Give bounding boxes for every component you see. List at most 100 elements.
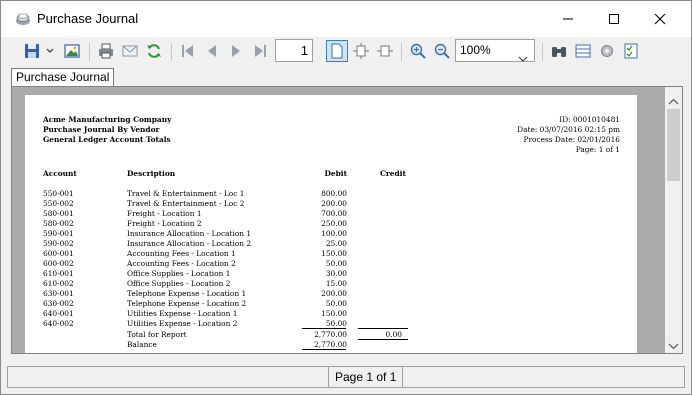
process-date: Process Date: 02/01/2016 bbox=[523, 135, 620, 144]
row-account: 590-002 bbox=[43, 239, 74, 248]
envelope-icon bbox=[122, 45, 138, 57]
total-label: Total for Report bbox=[127, 330, 187, 339]
parameters-button[interactable] bbox=[620, 40, 642, 62]
page-setup-button[interactable] bbox=[572, 40, 594, 62]
row-account: 610-002 bbox=[43, 279, 74, 288]
zoom-out-icon bbox=[434, 43, 450, 59]
row-description: Office Supplies - Location 1 bbox=[127, 269, 231, 278]
row-account: 550-002 bbox=[43, 199, 74, 208]
row-account: 590-001 bbox=[43, 229, 74, 238]
row-account: 580-002 bbox=[43, 219, 74, 228]
fit-width-button[interactable] bbox=[374, 40, 396, 62]
purchase-journal-window: Purchase Journal 1 100% Purchase Journal… bbox=[0, 0, 692, 395]
row-description: Travel & Entertainment - Loc 2 bbox=[127, 199, 245, 208]
toolbar-separator bbox=[542, 43, 543, 61]
zoom-in-icon bbox=[410, 43, 426, 59]
print-button[interactable] bbox=[95, 40, 117, 62]
row-description: Insurance Allocation - Location 1 bbox=[127, 229, 252, 238]
row-debit: 50.00 bbox=[325, 259, 347, 268]
previous-page-icon bbox=[208, 45, 216, 57]
next-page-button[interactable] bbox=[225, 40, 247, 62]
row-description: Utilities Expense - Location 1 bbox=[127, 309, 238, 318]
close-button[interactable] bbox=[637, 1, 683, 37]
row-account: 550-001 bbox=[43, 189, 74, 198]
row-debit: 30.00 bbox=[325, 269, 347, 278]
previous-page-button[interactable] bbox=[201, 40, 223, 62]
scroll-up-icon[interactable] bbox=[668, 92, 679, 110]
row-debit: 150.00 bbox=[321, 309, 347, 318]
row-account: 630-002 bbox=[43, 299, 74, 308]
row-description: Accounting Fees - Location 1 bbox=[127, 249, 236, 258]
scroll-down-icon[interactable] bbox=[668, 337, 679, 353]
chevron-down-icon bbox=[46, 48, 54, 53]
report-viewer: Acme Manufacturing Company Purchase Jour… bbox=[11, 86, 683, 354]
find-button[interactable] bbox=[548, 40, 570, 62]
zoom-select[interactable]: 100% bbox=[455, 39, 535, 62]
column-header-description: Description bbox=[127, 169, 176, 178]
status-page-indicator: Page 1 of 1 bbox=[328, 367, 404, 387]
row-debit: 50.00 bbox=[325, 319, 347, 328]
company-name: Acme Manufacturing Company bbox=[43, 115, 172, 124]
row-description: Telephone Expense - Location 1 bbox=[127, 289, 247, 298]
minimize-button[interactable] bbox=[545, 1, 591, 37]
toolbar-separator bbox=[89, 43, 90, 61]
total-rule-debit bbox=[302, 328, 346, 329]
last-page-icon bbox=[255, 45, 266, 57]
tab-purchase-journal[interactable]: Purchase Journal bbox=[11, 68, 115, 86]
chevron-down-icon bbox=[518, 48, 528, 69]
maximize-icon bbox=[609, 14, 619, 24]
window-title: Purchase Journal bbox=[37, 11, 139, 26]
row-debit: 200.00 bbox=[321, 289, 347, 298]
report-subtitle: Purchase Journal By Vendor bbox=[43, 125, 160, 134]
column-header-account: Account bbox=[43, 169, 77, 178]
fit-page-button[interactable] bbox=[350, 40, 372, 62]
row-debit: 150.00 bbox=[321, 249, 347, 258]
save-icon bbox=[25, 44, 39, 58]
row-description: Accounting Fees - Location 2 bbox=[127, 259, 236, 268]
row-description: Office Supplies - Location 2 bbox=[127, 279, 231, 288]
zoom-in-button[interactable] bbox=[407, 40, 429, 62]
total-credit: 0.00 bbox=[385, 330, 402, 339]
scrollbar-thumb[interactable] bbox=[667, 109, 680, 181]
gear-icon bbox=[601, 45, 613, 57]
row-description: Insurance Allocation - Location 2 bbox=[127, 239, 252, 248]
total-rule-credit bbox=[358, 328, 408, 329]
balance-label: Balance bbox=[127, 340, 157, 349]
save-button[interactable] bbox=[21, 40, 43, 62]
report-date: Date: 03/07/2016 02:15 pm bbox=[517, 125, 620, 134]
report-page: Acme Manufacturing Company Purchase Jour… bbox=[25, 95, 637, 353]
app-icon bbox=[15, 12, 31, 26]
row-debit: 250.00 bbox=[321, 219, 347, 228]
minimize-icon bbox=[563, 18, 573, 20]
image-icon bbox=[64, 44, 80, 58]
row-description: Telephone Expense - Location 2 bbox=[127, 299, 247, 308]
row-description: Travel & Entertainment - Loc 1 bbox=[127, 189, 245, 198]
row-debit: 800.00 bbox=[321, 189, 347, 198]
row-account: 640-001 bbox=[43, 309, 74, 318]
page-icon bbox=[331, 43, 343, 59]
toolbar: 1 100% bbox=[1, 37, 691, 65]
row-account: 600-001 bbox=[43, 249, 74, 258]
page-count: Page: 1 of 1 bbox=[575, 145, 620, 154]
row-debit: 100.00 bbox=[321, 229, 347, 238]
row-account: 580-001 bbox=[43, 209, 74, 218]
maximize-button[interactable] bbox=[591, 1, 637, 37]
vertical-scrollbar[interactable] bbox=[665, 87, 682, 353]
single-page-view-button[interactable] bbox=[326, 40, 348, 62]
refresh-button[interactable] bbox=[143, 40, 165, 62]
zoom-out-button[interactable] bbox=[431, 40, 453, 62]
email-button[interactable] bbox=[119, 40, 141, 62]
first-page-icon bbox=[182, 45, 193, 57]
last-page-button[interactable] bbox=[249, 40, 271, 62]
row-account: 600-002 bbox=[43, 259, 74, 268]
export-image-button[interactable] bbox=[61, 40, 83, 62]
save-dropdown-button[interactable] bbox=[43, 40, 57, 62]
row-debit: 200.00 bbox=[321, 199, 347, 208]
row-debit: 15.00 bbox=[325, 279, 347, 288]
first-page-button[interactable] bbox=[177, 40, 199, 62]
settings-button[interactable] bbox=[596, 40, 618, 62]
page-number-input[interactable]: 1 bbox=[275, 39, 313, 62]
status-bar: Page 1 of 1 bbox=[7, 366, 685, 388]
checklist-icon bbox=[624, 43, 638, 59]
column-header-debit: Debit bbox=[324, 169, 347, 178]
